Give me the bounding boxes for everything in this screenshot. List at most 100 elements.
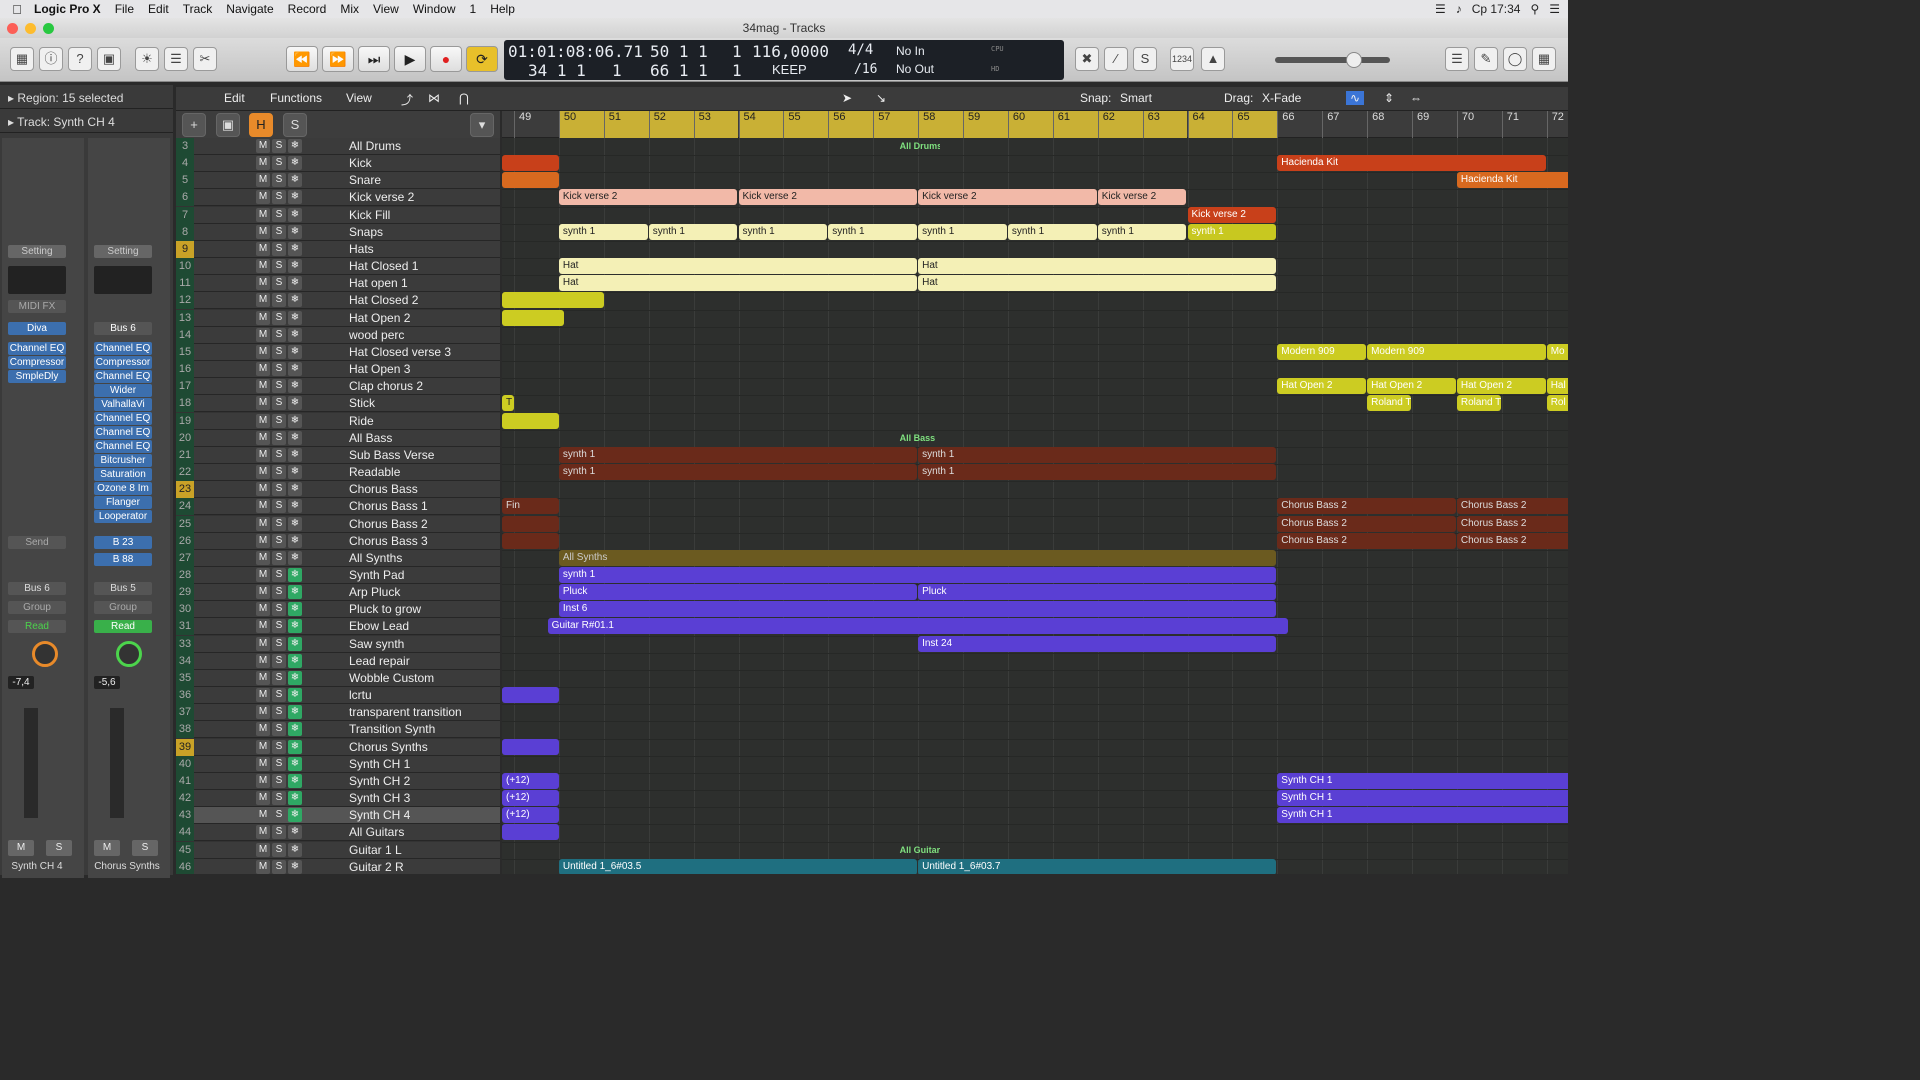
track-name[interactable]: Kick	[349, 155, 372, 172]
solo-button[interactable]: S	[272, 430, 286, 445]
track-name[interactable]: Chorus Bass 2	[349, 516, 428, 533]
mute-button[interactable]: M	[256, 173, 270, 188]
track-row[interactable]: 46 M S ❄ Guitar 2 R	[176, 858, 500, 874]
setting-button[interactable]: Setting	[8, 245, 66, 258]
solo-button[interactable]: S	[272, 156, 286, 171]
freeze-icon[interactable]: ❄	[288, 756, 302, 771]
ruler-bar[interactable]: 52	[648, 111, 694, 138]
mute-button[interactable]: M	[256, 344, 270, 359]
freeze-icon[interactable]: ❄	[288, 310, 302, 325]
inspector-icon[interactable]: ⓘ	[39, 47, 63, 71]
smart-controls-icon[interactable]: ☀	[135, 47, 159, 71]
solo-button[interactable]: S	[46, 840, 72, 856]
mute-button[interactable]: M	[256, 585, 270, 600]
collapse-icon[interactable]: ▾	[470, 113, 494, 137]
mute-button[interactable]: M	[256, 207, 270, 222]
freeze-icon[interactable]: ❄	[288, 276, 302, 291]
solo-button[interactable]: S	[272, 791, 286, 806]
solo-button[interactable]: S	[272, 224, 286, 239]
zoom-window-button[interactable]	[43, 23, 54, 34]
solo-button[interactable]: S	[272, 756, 286, 771]
solo-button[interactable]: S	[272, 259, 286, 274]
region[interactable]: Roland T	[1367, 395, 1411, 412]
freeze-icon[interactable]: ❄	[288, 482, 302, 497]
region[interactable]: Chorus Bass 2	[1277, 532, 1456, 549]
solo-button[interactable]: S	[272, 241, 286, 256]
ruler-bar[interactable]: 58	[918, 111, 963, 138]
output-slot[interactable]: Bus 5	[94, 582, 152, 595]
region[interactable]: Hat	[558, 275, 918, 292]
library-icon[interactable]: ▦	[10, 47, 34, 71]
mute-button[interactable]: M	[256, 773, 270, 788]
group-slot[interactable]: Group	[8, 601, 66, 614]
editors-icon[interactable]: ✂	[193, 47, 217, 71]
mute-button[interactable]: M	[256, 670, 270, 685]
solo-button[interactable]: S	[132, 840, 158, 856]
freeze-icon[interactable]: ❄	[288, 259, 302, 274]
send-slot[interactable]: Send	[8, 536, 66, 549]
track-row[interactable]: 23 M S ❄ Chorus Bass	[176, 481, 500, 499]
drag-select[interactable]: X-Fade	[1262, 91, 1301, 105]
toolbar-icon[interactable]: ▣	[97, 47, 121, 71]
track-name[interactable]: Sub Bass Verse	[349, 447, 434, 464]
plugin-slot[interactable]: Channel EQ	[94, 440, 152, 453]
plugin-slot[interactable]: Compressor	[8, 356, 66, 369]
rewind-button[interactable]: ⏪	[286, 46, 318, 72]
solo-button[interactable]: S	[272, 413, 286, 428]
track-name[interactable]: Ebow Lead	[349, 618, 409, 635]
eq-thumbnail[interactable]	[8, 266, 66, 294]
solo-button[interactable]: S	[272, 465, 286, 480]
output-slot[interactable]: Bus 6	[8, 582, 66, 595]
track-name[interactable]: Kick verse 2	[349, 189, 414, 206]
track-name[interactable]: Synth Pad	[349, 567, 404, 584]
region[interactable]: synth 1	[918, 223, 1007, 240]
track-row[interactable]: 24 M S ❄ Chorus Bass 1	[176, 498, 500, 516]
track-name[interactable]: Synth CH 3	[349, 790, 410, 807]
lcd-display[interactable]: 01:01:08:06.71 50 1 1 1 116,0000 4/4 No …	[504, 40, 1064, 80]
track-name[interactable]: Transition Synth	[349, 721, 435, 738]
track-name[interactable]: Synth CH 4	[349, 807, 410, 824]
mute-button[interactable]: M	[94, 840, 120, 856]
region[interactable]: Hal	[1546, 378, 1568, 395]
view-menu[interactable]: View	[346, 91, 372, 105]
volume-fader[interactable]	[24, 708, 38, 818]
freeze-icon[interactable]: ❄	[288, 173, 302, 188]
solo-button[interactable]: S	[272, 722, 286, 737]
freeze-icon[interactable]: ❄	[288, 739, 302, 754]
menu-1[interactable]: 1	[470, 2, 477, 16]
plugin-slot[interactable]: Channel EQ	[8, 342, 66, 355]
master-volume-slider[interactable]	[1275, 57, 1390, 63]
functions-menu[interactable]: Functions	[270, 91, 322, 105]
mute-button[interactable]: M	[256, 190, 270, 205]
pencil-tool-icon[interactable]: ↘	[876, 91, 886, 105]
track-row[interactable]: 10 M S ❄ Hat Closed 1	[176, 258, 500, 276]
track-row[interactable]: 28 M S ❄ Synth Pad	[176, 567, 500, 584]
ruler-bar[interactable]: 70	[1456, 111, 1502, 138]
region[interactable]: (+12)	[502, 790, 559, 807]
track-row[interactable]: 35 M S ❄ Wobble Custom	[176, 669, 500, 687]
ruler-bar[interactable]: 71	[1501, 111, 1547, 138]
region[interactable]: synth 1	[558, 464, 918, 481]
freeze-icon[interactable]: ❄	[288, 499, 302, 514]
menu-view[interactable]: View	[373, 2, 399, 16]
cycle-button[interactable]: ⟳	[466, 46, 498, 72]
pointer-tool-icon[interactable]: ➤	[842, 91, 852, 105]
track-name[interactable]: Chorus Synths	[349, 739, 428, 756]
solo-button[interactable]: S	[272, 602, 286, 617]
track-row[interactable]: 33 M S ❄ Saw synth	[176, 635, 500, 653]
region[interactable]: (+12)	[502, 807, 559, 824]
region[interactable]: Modern 909	[1367, 343, 1546, 360]
mute-button[interactable]: M	[256, 413, 270, 428]
solo-button[interactable]: S	[272, 173, 286, 188]
region[interactable]: Hat Open 2	[1277, 378, 1367, 395]
freeze-icon[interactable]: ❄	[288, 773, 302, 788]
track-stack-icon[interactable]: ▣	[216, 113, 240, 137]
mute-button[interactable]: M	[256, 791, 270, 806]
instrument-slot[interactable]: Diva	[8, 322, 66, 335]
solo-button[interactable]: S	[272, 808, 286, 823]
track-row[interactable]: 43 M S ❄ Synth CH 4	[176, 807, 500, 825]
menu-navigate[interactable]: Navigate	[226, 2, 273, 16]
add-track-button[interactable]: +	[182, 113, 206, 137]
notifications-icon[interactable]: ☰	[1549, 2, 1560, 16]
track-row[interactable]: 36 M S ❄ lcrtu	[176, 687, 500, 705]
